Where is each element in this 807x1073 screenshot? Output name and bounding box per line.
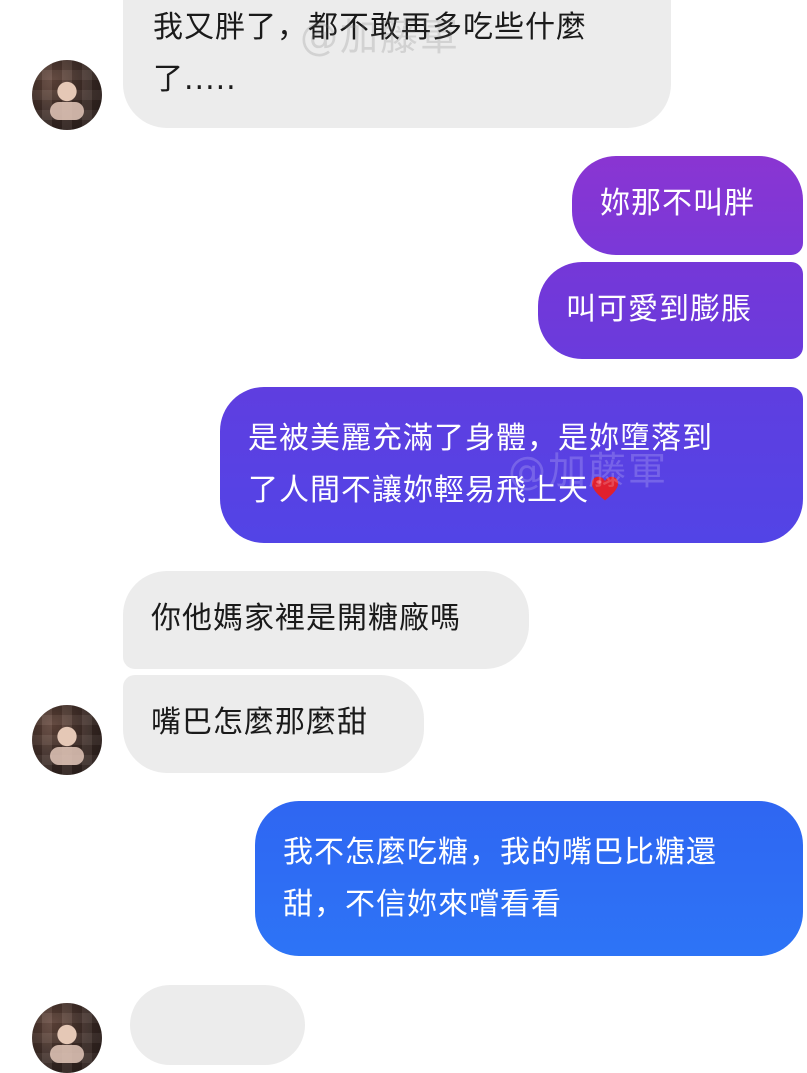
message-line: 我又胖了，都不敢再多吃些什麼 [153, 10, 587, 45]
chat-thread: 我又胖了，都不敢再多吃些什麼 了..... @加藤軍 妳那不叫胖 叫可愛到膨脹 … [0, 0, 807, 1073]
message-line: 了..... [153, 62, 237, 97]
message-line: 我不怎麼吃糖，我的嘴巴比糖還 [283, 835, 717, 870]
incoming-message[interactable]: 你他媽家裡是開糖廠嗎 [123, 571, 529, 669]
message-line: 嘴巴怎麼那麼甜 [151, 705, 368, 740]
outgoing-message[interactable]: 我不怎麼吃糖，我的嘴巴比糖還 甜，不信妳來嚐看看 [255, 801, 803, 956]
message-line: 是被美麗充滿了身體，是妳墮落到 [248, 421, 713, 456]
message-line: 妳那不叫胖 [600, 186, 755, 221]
contact-avatar[interactable] [32, 705, 102, 775]
message-line: 叫可愛到膨脹 [566, 292, 752, 327]
incoming-message-partial[interactable] [130, 985, 305, 1065]
incoming-message[interactable]: 我又胖了，都不敢再多吃些什麼 了..... [123, 0, 671, 128]
heart-emoji-icon [591, 476, 619, 501]
contact-avatar[interactable] [32, 1003, 102, 1073]
message-line: 你他媽家裡是開糖廠嗎 [151, 601, 461, 636]
message-line: 甜，不信妳來嚐看看 [283, 887, 562, 922]
outgoing-message[interactable]: 是被美麗充滿了身體，是妳墮落到 了人間不讓妳輕易飛上天 [220, 387, 803, 543]
outgoing-message[interactable]: 妳那不叫胖 [572, 156, 803, 255]
contact-avatar[interactable] [32, 60, 102, 130]
incoming-message[interactable]: 嘴巴怎麼那麼甜 [123, 675, 424, 773]
outgoing-message[interactable]: 叫可愛到膨脹 [538, 262, 803, 359]
message-line: 了人間不讓妳輕易飛上天 [248, 473, 589, 508]
message-line-with-emoji: 了人間不讓妳輕易飛上天 [248, 465, 775, 517]
